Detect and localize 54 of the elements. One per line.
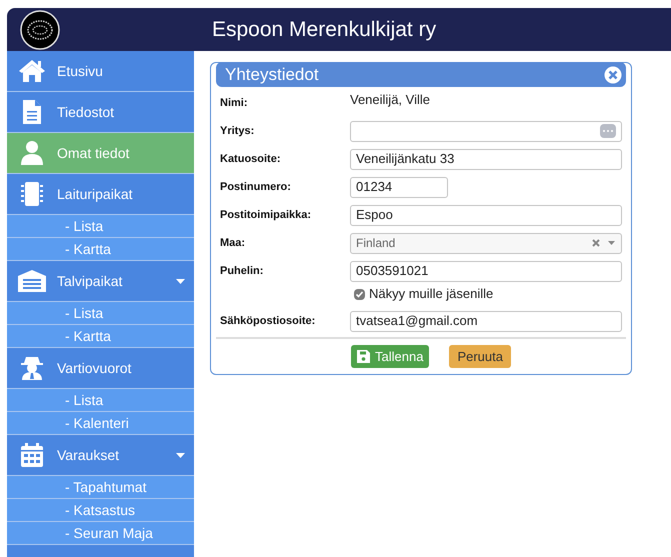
item-label: Omat tiedot: [57, 144, 130, 162]
item-label: Talvipaikat: [57, 272, 124, 291]
caret-icon[interactable]: [608, 241, 615, 245]
select-value: Finland: [356, 235, 396, 252]
user-icon: [20, 140, 44, 166]
text-field[interactable]: Veneilijänkatu 33: [350, 148, 622, 170]
home-icon: [18, 59, 46, 83]
sidebar-subitem[interactable]: - Kartta: [7, 325, 194, 348]
sidebar-subitem[interactable]: - Kalenteri: [7, 412, 194, 435]
item-label: Vartiovuorot: [57, 358, 132, 378]
text-field[interactable]: 01234: [350, 176, 448, 198]
select-field[interactable]: Finland: [350, 232, 622, 254]
sidebar-subitem[interactable]: - Lista: [7, 389, 194, 412]
checkbox[interactable]: [354, 288, 365, 300]
sidebar-subitem[interactable]: - Katsastus: [7, 499, 194, 522]
item-label: Etusivu: [57, 62, 104, 80]
checkbox-label: Näkyy muille jäsenille: [369, 285, 494, 304]
logo-icon: [20, 10, 60, 50]
field-label: Katuosoite:: [220, 152, 282, 167]
lookup-field[interactable]: [350, 120, 622, 142]
calendar-icon: [20, 442, 44, 468]
field-label: Postinumero:: [220, 180, 292, 195]
item-label: Varaukset: [57, 446, 120, 464]
ellipsis-icon[interactable]: [600, 124, 616, 138]
caret-icon: [176, 278, 185, 284]
spy-icon: [20, 355, 44, 381]
cancel-button[interactable]: Peruuta: [449, 345, 511, 368]
text-field[interactable]: tvatsea1@gmail.com: [350, 310, 622, 332]
sidebar-item[interactable]: Omat tiedot: [7, 133, 194, 174]
sidebar-subitem[interactable]: - Lista: [7, 302, 194, 325]
text-field[interactable]: Espoo: [350, 204, 622, 226]
text-field[interactable]: 0503591021: [350, 260, 622, 282]
save-button[interactable]: Tallenna: [351, 345, 430, 368]
sidebar-subitem[interactable]: - Tapahtumat: [7, 476, 194, 499]
name-value: Veneilijä, Ville: [350, 91, 430, 110]
sidebar-subitem[interactable]: - Seuran Maja: [7, 522, 194, 545]
field-label: Postitoimipaikka:: [220, 208, 312, 223]
dialog-title: Yhteystiedot: [225, 64, 319, 86]
field-label: Puhelin:: [220, 264, 264, 279]
item-label: Tiedostot: [57, 102, 116, 122]
field-label: Sähköpostiosoite:: [220, 314, 316, 329]
caret-icon: [176, 452, 185, 458]
chip-icon: [20, 181, 44, 207]
sidebar-subitem[interactable]: - Kartta: [7, 238, 194, 261]
document-icon: [22, 99, 42, 125]
field-label: Maa:: [220, 236, 246, 251]
field-label: Yritys:: [220, 124, 256, 139]
clear-icon[interactable]: [592, 239, 600, 247]
item-label: Laituripaikat: [57, 184, 134, 204]
field-label: Nimi:: [220, 96, 248, 111]
close-icon[interactable]: [604, 66, 622, 84]
sidebar-subitem[interactable]: - Lista: [7, 215, 194, 238]
site-title: Espoon Merenkulkijat ry: [212, 16, 436, 43]
warehouse-icon: [17, 269, 47, 293]
